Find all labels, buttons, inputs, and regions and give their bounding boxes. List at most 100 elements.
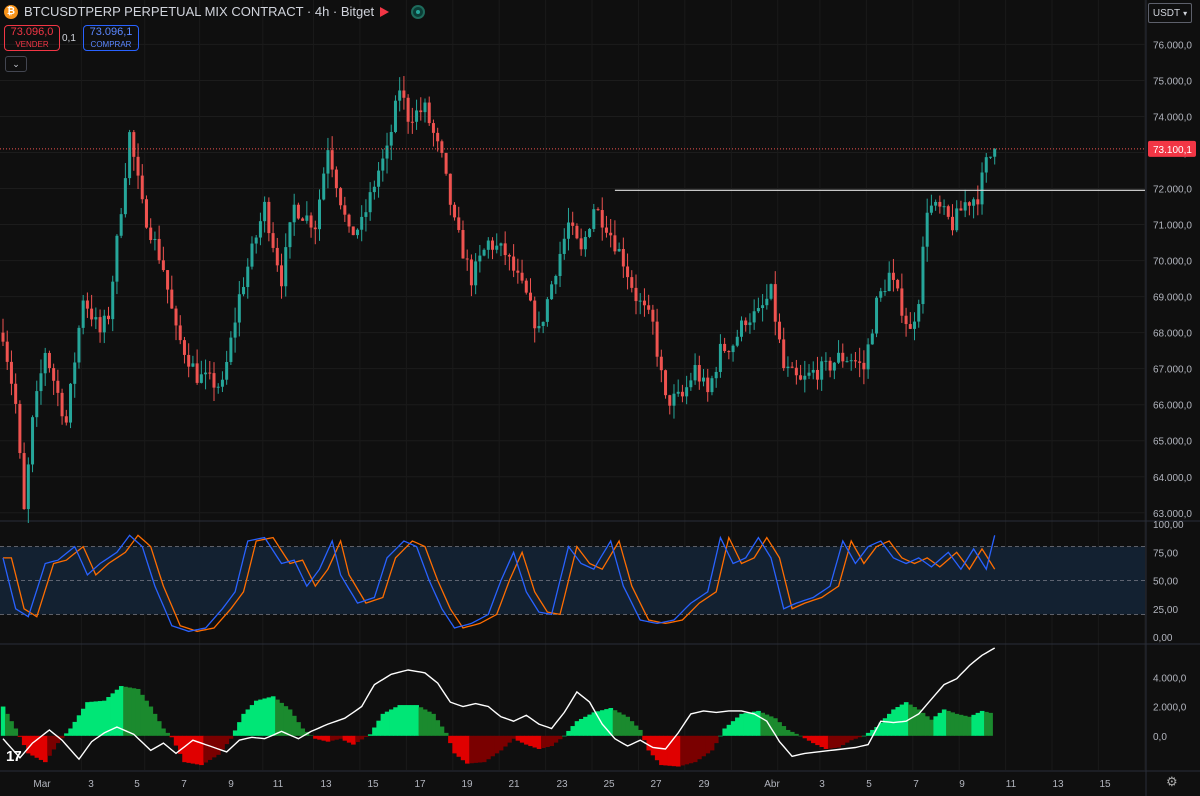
- candle-body: [685, 387, 689, 397]
- time-axis-label: 15: [1099, 779, 1111, 790]
- candle-body: [313, 227, 317, 230]
- candle-body: [284, 247, 288, 287]
- stoch-axis-label: 100,00: [1153, 520, 1184, 531]
- momentum-bar: [929, 719, 934, 736]
- momentum-bar: [262, 698, 268, 736]
- momentum-bar: [705, 735, 711, 754]
- momentum-bar: [431, 713, 436, 736]
- candle-body: [794, 367, 798, 376]
- currency-selector[interactable]: USDT ▾: [1148, 3, 1192, 23]
- candle-body: [220, 379, 224, 387]
- momentum-bar: [169, 735, 175, 738]
- collapse-toggle-chevron-icon[interactable]: ⌄: [5, 56, 27, 72]
- momentum-bar: [832, 735, 837, 748]
- candle-body: [98, 317, 102, 333]
- momentum-bar: [612, 710, 618, 736]
- candle-body: [208, 372, 212, 374]
- candle-body: [334, 169, 338, 189]
- currency-label: USDT: [1152, 7, 1181, 19]
- time-axis-label: 23: [556, 779, 568, 790]
- momentum-bar: [912, 707, 917, 736]
- momentum-bar: [494, 735, 500, 754]
- flag-icon[interactable]: [380, 6, 390, 17]
- momentum-bar: [287, 709, 293, 736]
- buy-button[interactable]: 73.096,1 COMPRAR: [83, 25, 139, 51]
- sell-button[interactable]: 73.096,0 VENDER: [4, 25, 60, 51]
- candle-body: [761, 305, 765, 309]
- candle-body: [545, 299, 549, 322]
- candle-body: [216, 386, 220, 388]
- momentum-bar: [697, 735, 702, 760]
- momentum-bar: [59, 735, 65, 739]
- candle-body: [664, 370, 668, 396]
- time-axis-label: 7: [913, 779, 919, 790]
- time-axis-label: 29: [698, 779, 710, 790]
- momentum-bar: [102, 700, 107, 736]
- candle-body: [267, 201, 271, 234]
- candle-body: [149, 227, 153, 241]
- momentum-bar: [536, 735, 542, 749]
- momentum-bar: [291, 715, 297, 736]
- momentum-bar: [228, 735, 234, 739]
- momentum-bar: [156, 721, 162, 736]
- candle-body: [263, 201, 267, 222]
- momentum-bar: [152, 713, 158, 736]
- bitcoin-icon: ₿: [4, 4, 18, 19]
- momentum-bar: [566, 730, 571, 736]
- candle-body: [659, 356, 663, 371]
- momentum-bar: [460, 735, 466, 761]
- candle-body: [469, 259, 473, 286]
- momentum-bar: [988, 712, 993, 736]
- momentum-bar: [646, 735, 652, 751]
- candle-body: [900, 288, 904, 316]
- candle-body: [39, 373, 43, 392]
- candle-body: [204, 372, 208, 375]
- candle-body: [579, 238, 583, 250]
- candle-body: [271, 233, 275, 248]
- candle-body: [275, 247, 279, 266]
- candle-body: [988, 156, 992, 158]
- momentum-bar: [844, 735, 850, 743]
- momentum-bar: [899, 704, 905, 736]
- candle-body: [714, 371, 718, 379]
- candle-body: [588, 228, 592, 237]
- momentum-bar: [477, 735, 483, 763]
- candle-body: [427, 102, 431, 124]
- candle-body: [887, 272, 891, 292]
- candle-body: [824, 360, 828, 362]
- gear-icon[interactable]: ⚙: [1166, 774, 1178, 790]
- sell-price: 73.096,0: [10, 25, 54, 38]
- momentum-bar: [975, 712, 981, 736]
- candle-body: [638, 300, 642, 302]
- candle-body: [803, 375, 807, 380]
- momentum-bar: [629, 721, 635, 736]
- trading-chart[interactable]: 76.000,075.000,074.000,073.000,072.000,0…: [0, 0, 1200, 796]
- time-axis-label: 21: [508, 779, 520, 790]
- candle-body: [81, 300, 85, 328]
- symbol-title[interactable]: BTCUSDTPERP PERPETUAL MIX CONTRACT · 4h …: [24, 4, 374, 19]
- spread-value: 0,1: [62, 33, 76, 44]
- candle-body: [520, 272, 524, 281]
- momentum-bar: [735, 717, 740, 736]
- momentum-bar: [469, 735, 474, 764]
- momentum-bar: [13, 728, 19, 736]
- candle-body: [651, 309, 655, 322]
- time-axis-label: 3: [819, 779, 825, 790]
- candle-body: [56, 380, 60, 393]
- candle-body: [727, 351, 731, 353]
- symbol-header[interactable]: ₿ BTCUSDTPERP PERPETUAL MIX CONTRACT · 4…: [4, 4, 426, 19]
- buy-label: COMPRAR: [90, 39, 132, 49]
- momentum-bar: [781, 726, 787, 736]
- momentum-bar: [199, 735, 204, 766]
- candle-body: [533, 300, 537, 329]
- momentum-bar: [562, 735, 567, 737]
- momentum-bar: [806, 735, 812, 741]
- candle-body: [77, 327, 81, 363]
- candle-body: [229, 337, 233, 362]
- candle-body: [891, 272, 895, 280]
- momentum-bar: [958, 714, 964, 736]
- price-axis-label: 68.000,0: [1153, 329, 1192, 340]
- tradingview-logo-icon[interactable]: 17: [6, 748, 22, 765]
- momentum-bar: [194, 735, 200, 765]
- momentum-bar: [815, 735, 820, 746]
